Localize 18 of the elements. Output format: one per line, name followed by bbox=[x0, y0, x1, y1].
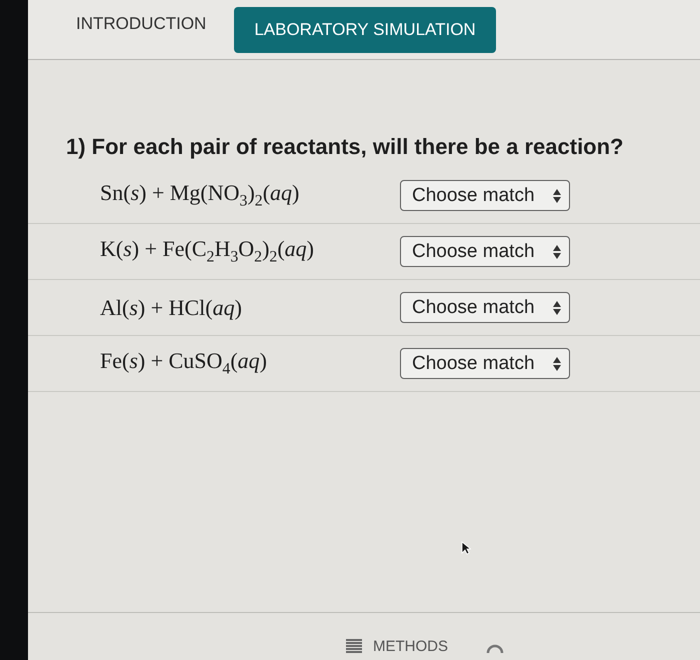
up-down-arrows-icon bbox=[553, 188, 561, 202]
reactant-pair-text: Sn(s) + Mg(NO$_{3}$)$_{2}$(aq) bbox=[100, 180, 300, 211]
mouse-cursor-icon bbox=[461, 541, 471, 555]
tab[interactable]: INTRODUCTION bbox=[76, 12, 206, 36]
reactant-pair-text: Al(s) + HCl(aq) bbox=[100, 294, 243, 320]
reactant-pair-text: Fe(s) + CuSO$_{4}$(aq) bbox=[100, 348, 268, 379]
list-icon bbox=[345, 638, 363, 654]
up-down-arrows-icon bbox=[553, 300, 561, 314]
up-down-arrows-icon bbox=[553, 356, 561, 370]
tab[interactable]: LABORATORY SIMULATION bbox=[234, 7, 496, 53]
up-down-arrows-icon bbox=[553, 244, 561, 258]
match-select[interactable]: Choose match bbox=[400, 236, 570, 267]
match-select[interactable]: Choose match bbox=[400, 348, 570, 379]
reactant-pair-text: K(s) + Fe(C$_{2}$H$_{3}$O$_{2}$)$_{2}$(aq) bbox=[100, 236, 315, 267]
nav-item[interactable]: METHODS bbox=[345, 638, 448, 655]
question-text: 1) For each pair of reactants, will there be a reaction? bbox=[66, 134, 624, 160]
match-select[interactable]: Choose match bbox=[400, 292, 570, 323]
match-select[interactable]: Choose match bbox=[400, 180, 570, 211]
